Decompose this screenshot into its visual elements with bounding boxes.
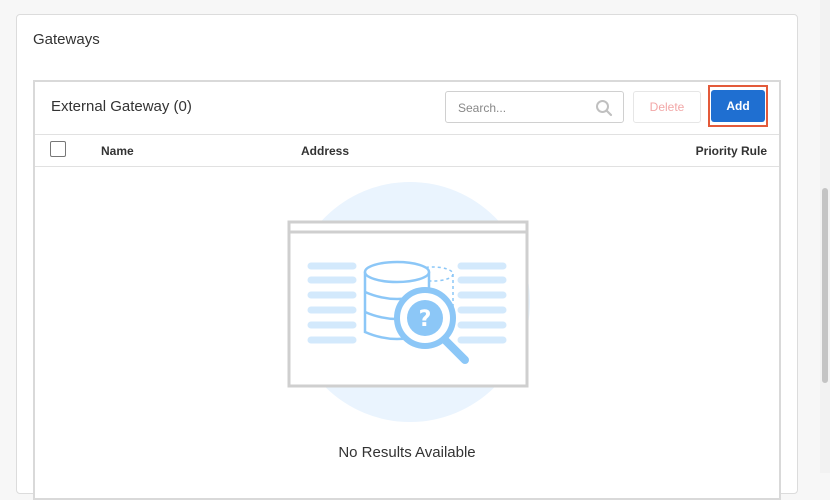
page-scrollbar[interactable] bbox=[820, 0, 830, 473]
column-header-name[interactable]: Name bbox=[101, 144, 134, 158]
empty-state-message: No Results Available bbox=[338, 444, 476, 461]
section-title: Gateways bbox=[33, 31, 100, 48]
table-header: Name Address Priority Rule bbox=[35, 134, 779, 167]
column-header-priority-rule[interactable]: Priority Rule bbox=[696, 144, 767, 158]
gateways-card: Gateways External Gateway (0) Delete Add… bbox=[16, 14, 798, 500]
page: { "section": { "title": "Gateways" }, "p… bbox=[0, 0, 830, 500]
panel-header: External Gateway (0) Delete Add bbox=[35, 82, 779, 135]
add-button[interactable]: Add bbox=[711, 90, 765, 122]
svg-text:?: ? bbox=[419, 307, 432, 332]
search-input[interactable] bbox=[456, 98, 590, 118]
panel-title: External Gateway (0) bbox=[51, 98, 192, 115]
search-icon[interactable] bbox=[595, 99, 613, 117]
no-results-illustration: ? bbox=[287, 182, 530, 422]
external-gateway-panel: External Gateway (0) Delete Add Name Add… bbox=[33, 80, 781, 500]
search-box[interactable] bbox=[445, 91, 624, 123]
column-header-address[interactable]: Address bbox=[301, 144, 349, 158]
select-all-checkbox[interactable] bbox=[50, 141, 66, 157]
delete-button[interactable]: Delete bbox=[633, 91, 701, 123]
scrollbar-thumb[interactable] bbox=[822, 188, 828, 383]
